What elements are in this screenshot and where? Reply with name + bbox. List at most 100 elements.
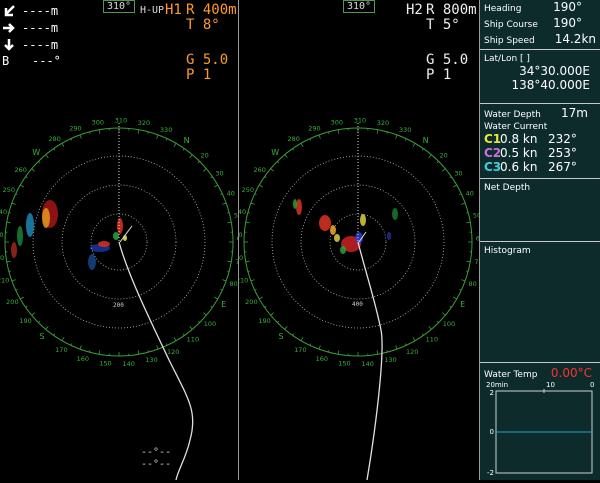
compass-label: 250	[242, 186, 254, 194]
target-readouts: ----m ----m ----m B ---°	[2, 2, 61, 68]
compass-label: 220	[239, 254, 243, 262]
compass-label: 140	[122, 360, 134, 368]
current-row-c3: C3 0.6 kn 267°	[480, 160, 600, 174]
compass-label: 130	[145, 356, 157, 364]
ship-course-row: Ship Course 190°	[480, 16, 600, 32]
gain-h1[interactable]: G 5.0	[186, 53, 228, 68]
compass-label: 210	[0, 277, 9, 285]
compass-label: 190	[19, 317, 31, 325]
compass-label: 230	[239, 231, 242, 239]
readout-row: ----m	[2, 2, 61, 19]
pulse-h2[interactable]: P 1	[426, 68, 451, 83]
compass-label: 160	[316, 355, 328, 363]
compass-label: E	[221, 300, 226, 309]
compass-label: W	[271, 148, 279, 157]
compass-label: 50	[234, 212, 238, 220]
compass-label: 330	[160, 126, 172, 134]
current-channel-c2: C2	[484, 146, 500, 160]
compass-label: S	[40, 332, 45, 341]
net-depth-section: Net Depth	[480, 179, 600, 242]
sonar-view-h2[interactable]: 300310320330N20304050607080E100110120130…	[239, 0, 479, 480]
compass-label: 110	[426, 336, 438, 344]
compass-label: 200	[245, 298, 257, 306]
current-row-c1: C1 0.8 kn 232°	[480, 132, 600, 146]
compass-label: N	[423, 136, 429, 145]
arrow-down-icon	[2, 38, 16, 52]
gain-h2[interactable]: G 5.0	[426, 53, 468, 68]
compass-label: 140	[361, 360, 373, 368]
tilt-h1[interactable]: T 8°	[186, 18, 220, 33]
orientation-mode[interactable]: H-UP	[140, 5, 164, 16]
pulse-h1[interactable]: P 1	[186, 68, 211, 83]
compass-label: 210	[239, 277, 248, 285]
latlon-section: Lat/Lon [ ] 34°30.000E 138°40.000E	[480, 50, 600, 104]
compass-label: 300	[92, 118, 104, 126]
channel-label-h2: H2	[406, 3, 423, 18]
arrow-down-left-icon	[2, 4, 16, 18]
compass-label: 170	[55, 346, 67, 354]
compass-label: 120	[406, 348, 418, 356]
water-section: Water Depth 17m Water Current C1 0.8 kn …	[480, 104, 600, 179]
compass-label: 280	[48, 135, 60, 143]
range-h2[interactable]: R 800m	[426, 3, 477, 18]
heading-box-h2: 310°	[343, 0, 375, 13]
sonar-view-h1[interactable]: 300310320330N20304050607080E100110120130…	[0, 0, 239, 480]
compass-label: 240	[239, 208, 246, 216]
compass-label: 290	[69, 125, 81, 133]
compass-label: 80	[469, 280, 477, 288]
bearing-readout: B ---°	[2, 53, 61, 68]
heading-row: Heading 190°	[480, 0, 600, 16]
compass-label: S	[279, 332, 284, 341]
info-panel: Heading 190° Ship Course 190° Ship Speed…	[479, 0, 600, 480]
readout-row: ----m	[2, 19, 61, 36]
compass-label: 310	[354, 117, 366, 125]
range-marker-h2: 400	[352, 301, 363, 308]
compass-label: 190	[258, 317, 270, 325]
compass-label: 20	[200, 152, 208, 160]
histogram-section: Histogram	[480, 242, 600, 363]
compass-label: 100	[204, 320, 216, 328]
compass-label: N	[184, 136, 190, 145]
compass-label: 150	[99, 360, 111, 368]
current-row-c2: C2 0.5 kn 253°	[480, 146, 600, 160]
compass-label: 150	[338, 360, 350, 368]
compass-label: 260	[254, 166, 266, 174]
compass-label: 320	[138, 119, 150, 127]
sonar-echoes-h2	[293, 199, 398, 254]
bottom-readout: --°-- --°--	[141, 447, 171, 471]
range-marker-h1: 200	[113, 302, 124, 309]
compass-label: 280	[287, 135, 299, 143]
compass-label: 40	[466, 190, 474, 198]
ship-info-section: Heading 190° Ship Course 190° Ship Speed…	[480, 0, 600, 50]
temp-graph	[480, 389, 600, 479]
sonar-echoes-h1	[11, 200, 127, 270]
compass-label: 100	[443, 320, 455, 328]
compass-label: 40	[227, 190, 235, 198]
tilt-h2[interactable]: T 5°	[426, 18, 460, 33]
water-temp-value: 0.00°C	[551, 366, 592, 380]
compass-label: 30	[454, 169, 462, 177]
heading-box-h1: 310°	[103, 0, 135, 13]
current-channel-c1: C1	[484, 132, 500, 146]
compass-label: 240	[0, 208, 7, 216]
compass-label: 20	[439, 152, 447, 160]
compass-label: 120	[167, 348, 179, 356]
current-channel-c3: C3	[484, 160, 500, 174]
compass-label: 30	[215, 169, 223, 177]
compass-label: 290	[308, 125, 320, 133]
compass-label: 310	[115, 117, 127, 125]
compass-label: W	[32, 148, 40, 157]
compass-label: 260	[15, 166, 27, 174]
compass-label: 320	[377, 119, 389, 127]
compass-label: 230	[0, 231, 3, 239]
channel-label-h1: H1	[165, 3, 182, 18]
compass-label: 160	[77, 355, 89, 363]
compass-label: 80	[230, 280, 238, 288]
water-depth-row: Water Depth 17m	[480, 104, 600, 122]
compass-label: 130	[384, 356, 396, 364]
compass-label: 70	[235, 258, 238, 266]
compass-label: 250	[3, 186, 15, 194]
compass-label: 200	[6, 298, 18, 306]
ship-speed-row: Ship Speed 14.2kn	[480, 32, 600, 48]
range-h1[interactable]: R 400m	[186, 3, 237, 18]
